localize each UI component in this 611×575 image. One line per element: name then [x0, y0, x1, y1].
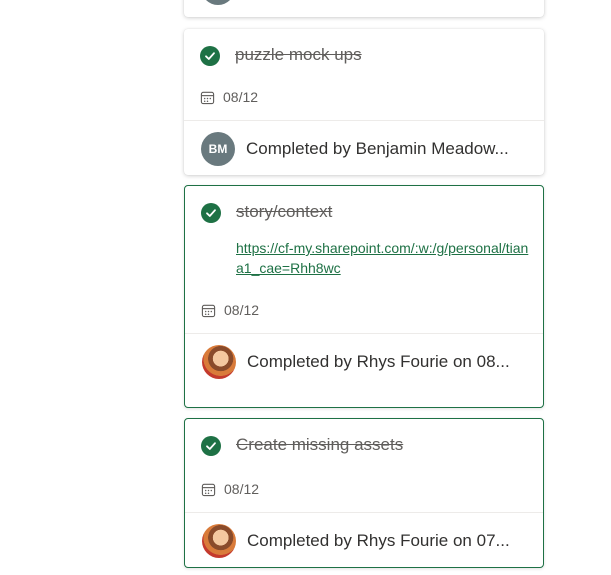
completed-by-text: Completed by Benjamin Meadow...: [246, 138, 509, 158]
task-title: Create missing assets: [236, 435, 404, 454]
card-header: story/context: [185, 186, 543, 238]
card-footer: [184, 0, 544, 15]
card-footer: Completed by Rhys Fourie on 08...: [185, 333, 543, 389]
avatar: [202, 523, 236, 558]
due-date-text: 08/12: [224, 302, 260, 318]
completed-check-icon[interactable]: [200, 46, 220, 66]
completed-check-icon[interactable]: [201, 203, 221, 223]
card-footer: BM Completed by Benjamin Meadow...: [184, 120, 544, 176]
task-title: story/context: [236, 202, 333, 221]
task-card[interactable]: story/context https://cf-my.sharepoint.c…: [184, 185, 544, 408]
due-date: 08/12: [185, 475, 543, 503]
due-date-text: 08/12: [223, 89, 259, 105]
task-card[interactable]: [184, 0, 544, 17]
calendar-icon: [200, 91, 215, 104]
avatar: [201, 0, 235, 5]
card-header: puzzle mock ups: [184, 29, 544, 81]
attachment-link[interactable]: https://cf-my.sharepoint.com/:w:/g/perso…: [236, 238, 531, 278]
due-date: 08/12: [185, 296, 543, 324]
calendar-icon: [201, 304, 216, 317]
task-title: puzzle mock ups: [235, 45, 362, 64]
task-card[interactable]: puzzle mock ups 08/12 BM Completed by Be…: [184, 29, 544, 175]
card-header: Create missing assets: [185, 419, 543, 471]
task-card[interactable]: Create missing assets 08/12 Completed by…: [184, 418, 544, 568]
avatar: BM: [201, 131, 235, 166]
avatar: [202, 344, 236, 379]
completed-by-text: Completed by Rhys Fourie on 07...: [247, 530, 510, 550]
calendar-icon: [201, 483, 216, 496]
completed-check-icon[interactable]: [201, 436, 221, 456]
completed-by-text: Completed by Rhys Fourie on 08...: [247, 351, 510, 371]
card-footer: Completed by Rhys Fourie on 07...: [185, 512, 543, 568]
due-date-text: 08/12: [224, 481, 260, 497]
due-date: 08/12: [184, 83, 544, 111]
